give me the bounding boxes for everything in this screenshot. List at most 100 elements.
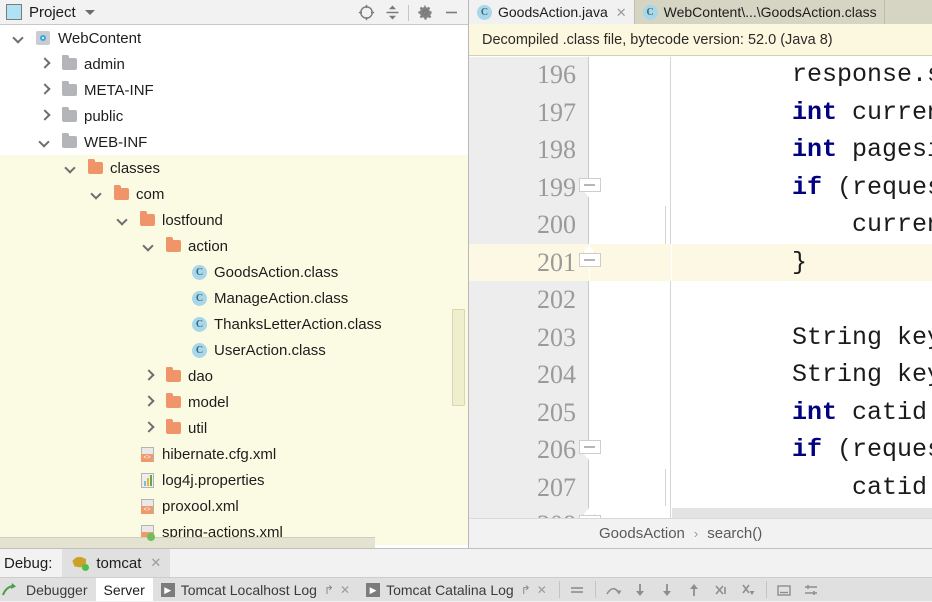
code-text[interactable]: } — [672, 243, 932, 281]
tree-node[interactable]: hibernate.cfg.xml — [0, 441, 468, 467]
tree-node[interactable]: META-INF — [0, 77, 468, 103]
code-line[interactable]: 201 } — [469, 243, 932, 281]
fold-collapse-icon[interactable] — [579, 440, 601, 460]
code-text[interactable]: String key1 — [672, 319, 932, 357]
breadcrumb-method[interactable]: search() — [707, 525, 762, 542]
code-text[interactable]: if (request. — [672, 169, 932, 207]
run-to-cursor-icon[interactable] — [735, 578, 762, 601]
code-line[interactable]: 204 String key = — [469, 356, 932, 394]
code-viewport[interactable]: 196 response.set197 int currentp198 int … — [469, 57, 932, 518]
tree-node[interactable]: admin — [0, 51, 468, 77]
code-text[interactable]: catid = — [672, 469, 932, 507]
code-text[interactable]: if (request. — [672, 431, 932, 469]
editor-tab[interactable]: C WebContent\...\GoodsAction.class — [634, 0, 885, 24]
close-icon[interactable]: ✕ — [616, 6, 627, 19]
tree-node[interactable]: dao — [0, 363, 468, 389]
fold-region[interactable] — [590, 57, 671, 94]
fold-collapse-icon[interactable] — [579, 177, 601, 198]
chevron-down-icon[interactable] — [38, 136, 51, 149]
code-line[interactable]: 205 int catid = — [469, 394, 932, 432]
step-over-icon[interactable] — [600, 578, 627, 601]
tree-node[interactable]: lostfound — [0, 207, 468, 233]
breadcrumb-class[interactable]: GoodsAction — [599, 525, 685, 542]
chevron-right-icon[interactable] — [142, 370, 155, 383]
mute-breakpoints-icon[interactable] — [798, 578, 825, 601]
chevron-down-icon[interactable] — [142, 240, 155, 253]
tree-vertical-scrollbar[interactable] — [452, 309, 465, 406]
chevron-down-icon[interactable] — [12, 32, 25, 45]
fold-region[interactable] — [579, 506, 671, 518]
code-line[interactable]: 196 response.set — [469, 57, 932, 94]
code-line[interactable]: 202 — [469, 281, 932, 319]
code-line[interactable]: 197 int currentp — [469, 94, 932, 132]
chevron-right-icon[interactable] — [142, 422, 155, 435]
drop-frame-icon[interactable] — [708, 578, 735, 601]
code-text[interactable]: response.set — [672, 57, 932, 94]
fold-region[interactable] — [579, 243, 671, 281]
rerun-arrow-icon[interactable] — [0, 578, 18, 601]
tree-node[interactable]: action — [0, 233, 468, 259]
debug-tab[interactable]: Debugger — [18, 578, 96, 601]
hamburger-icon[interactable] — [564, 578, 591, 601]
collapse-all-icon[interactable] — [379, 2, 405, 24]
editor-horizontal-scrollbar[interactable] — [672, 508, 932, 518]
code-text[interactable]: int pagesize — [672, 131, 932, 169]
chevron-right-icon[interactable] — [38, 84, 51, 97]
evaluate-expression-icon[interactable] — [771, 578, 798, 601]
tree-node[interactable]: C ManageAction.class — [0, 285, 468, 311]
chevron-right-icon[interactable] — [142, 396, 155, 409]
tree-node[interactable]: log4j.properties — [0, 467, 468, 493]
tree-node[interactable]: C UserAction.class — [0, 337, 468, 363]
fold-region[interactable] — [590, 356, 671, 394]
fold-region[interactable] — [590, 281, 671, 319]
tree-node[interactable]: WEB-INF — [0, 129, 468, 155]
code-text[interactable]: currentp — [672, 206, 932, 244]
fold-region[interactable] — [579, 169, 671, 207]
fold-region[interactable] — [590, 131, 671, 169]
fold-end-icon[interactable] — [579, 245, 601, 273]
code-line[interactable]: 198 int pagesize — [469, 131, 932, 169]
code-text[interactable] — [672, 281, 932, 319]
editor-tab[interactable]: C GoodsAction.java ✕ — [469, 0, 635, 24]
chevron-right-icon[interactable] — [38, 110, 51, 123]
step-into-icon[interactable] — [627, 578, 654, 601]
fold-region[interactable] — [590, 468, 671, 506]
debug-tab[interactable]: ▶ Tomcat Catalina Log ↱ ✕ — [358, 578, 555, 601]
breadcrumb[interactable]: GoodsAction › search() — [469, 518, 932, 548]
tree-node[interactable]: C ThanksLetterAction.class — [0, 311, 468, 337]
code-text[interactable]: int catid = — [672, 394, 932, 432]
chevron-right-icon[interactable] — [38, 58, 51, 71]
code-line[interactable]: 206 if (request. — [469, 431, 932, 469]
tree-node[interactable]: util — [0, 415, 468, 441]
fold-region[interactable] — [590, 394, 671, 432]
pin-icon[interactable]: ↱ — [521, 583, 531, 597]
tree-horizontal-scrollbar[interactable] — [0, 537, 375, 548]
minimize-icon[interactable] — [438, 2, 464, 24]
tree-node[interactable]: public — [0, 103, 468, 129]
chevron-down-icon[interactable] — [64, 162, 77, 175]
close-icon[interactable]: ✕ — [537, 583, 547, 597]
code-text[interactable]: int currentp — [672, 94, 932, 132]
code-line[interactable]: 199 if (request. — [469, 169, 932, 207]
close-icon[interactable]: ✕ — [150, 555, 161, 571]
gear-icon[interactable] — [412, 2, 438, 24]
pin-icon[interactable]: ↱ — [324, 583, 334, 597]
code-text[interactable]: String key = — [672, 356, 932, 394]
project-tree[interactable]: WebContent admin META-INF public WEB-INF clas… — [0, 25, 468, 548]
locate-icon[interactable] — [353, 2, 379, 24]
code-line[interactable]: 203 String key1 — [469, 319, 932, 357]
fold-region[interactable] — [590, 319, 671, 357]
chevron-down-icon[interactable] — [84, 9, 95, 15]
close-icon[interactable]: ✕ — [340, 583, 350, 597]
debug-tab[interactable]: Server — [95, 578, 153, 601]
tree-node[interactable]: WebContent — [0, 25, 468, 51]
tree-node[interactable]: classes — [0, 155, 468, 181]
step-out-icon[interactable] — [681, 578, 708, 601]
force-step-into-icon[interactable] — [654, 578, 681, 601]
tree-node[interactable]: proxool.xml — [0, 493, 468, 519]
chevron-down-icon[interactable] — [116, 214, 129, 227]
fold-region[interactable] — [590, 206, 671, 244]
tree-node[interactable]: C GoodsAction.class — [0, 259, 468, 285]
chevron-down-icon[interactable] — [90, 188, 103, 201]
debug-tab[interactable]: ▶ Tomcat Localhost Log ↱ ✕ — [153, 578, 358, 601]
